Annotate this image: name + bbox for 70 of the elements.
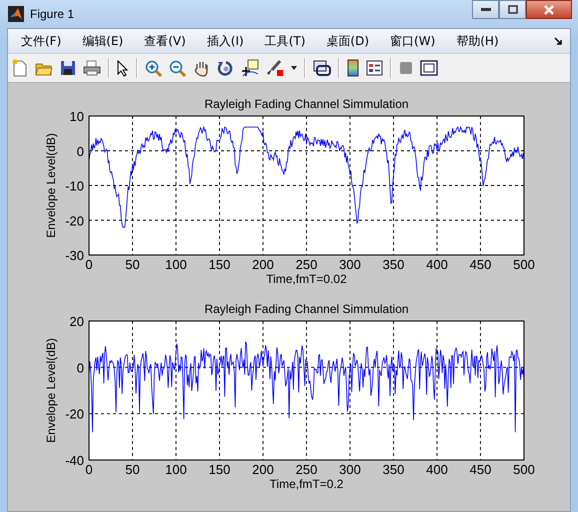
square-icon[interactable]	[399, 61, 413, 75]
x-tick-label: 50	[125, 257, 140, 272]
zoom-out-icon[interactable]	[169, 60, 186, 76]
rotate-icon[interactable]	[217, 60, 234, 76]
x-tick-label: 450	[470, 462, 492, 477]
menu-item[interactable]: 窗口(W)	[383, 31, 442, 51]
y-tick-label: -20	[65, 406, 84, 422]
close-icon	[543, 4, 555, 14]
menu-item[interactable]: 插入(I)	[200, 31, 251, 51]
x-tick-label: 400	[426, 462, 448, 477]
window-icon[interactable]	[420, 60, 438, 76]
menu-item[interactable]: 编辑(E)	[75, 31, 130, 51]
menu-item[interactable]: 文件(F)	[14, 31, 68, 51]
x-tick-label: 250	[296, 257, 318, 272]
x-tick-label: 150	[208, 462, 230, 477]
x-tick-label: 350	[382, 257, 404, 272]
y-tick-label: 10	[70, 109, 84, 124]
x-tick-label: 0	[85, 462, 93, 477]
x-tick-label: 100	[165, 462, 187, 477]
matlab-logo-icon	[8, 6, 24, 22]
plot-title: Rayleigh Fading Channel Simmulation	[204, 97, 409, 111]
y-tick-label: -40	[65, 453, 84, 468]
y-axis-label: Envelope Level(dB)	[44, 133, 58, 238]
y-tick-label: -10	[65, 178, 84, 194]
x-tick-label: 200	[252, 462, 274, 477]
x-tick-label: 100	[165, 257, 187, 272]
y-tick-label: -20	[65, 213, 84, 228]
x-axis-label: Time,fmT=0.2	[270, 477, 344, 491]
caret-icon[interactable]	[291, 66, 297, 70]
menu-item[interactable]: 桌面(D)	[319, 31, 376, 51]
x-tick-label: 500	[513, 462, 535, 477]
x-tick-label: 0	[85, 257, 93, 272]
colorbar-icon[interactable]	[347, 59, 359, 77]
x-tick-label: 50	[125, 462, 140, 477]
x-tick-label: 450	[470, 257, 492, 272]
minimize-button[interactable]	[472, 0, 499, 19]
pointer-icon[interactable]	[117, 60, 129, 76]
new-file-icon[interactable]	[12, 59, 28, 77]
plot-title: Rayleigh Fading Channel Simmulation	[204, 302, 409, 316]
close-button[interactable]	[526, 0, 572, 19]
minimize-icon	[480, 8, 490, 12]
x-tick-label: 250	[296, 462, 318, 477]
y-tick-label: 0	[76, 360, 84, 376]
maximize-icon	[508, 5, 518, 14]
data-cursor-icon[interactable]	[241, 59, 259, 77]
x-tick-label: 300	[339, 462, 361, 477]
y-tick-label: 0	[76, 144, 84, 159]
y-tick-label: 20	[70, 314, 84, 329]
x-axis-label: Time,fmT=0.02	[266, 272, 347, 286]
legend-icon[interactable]	[366, 60, 383, 76]
x-tick-label: 400	[426, 257, 448, 272]
x-tick-label: 150	[208, 257, 230, 272]
x-tick-label: 500	[513, 257, 535, 272]
menu-item[interactable]: 工具(T)	[258, 31, 312, 51]
x-tick-label: 200	[252, 257, 274, 272]
menu-item[interactable]: 查看(V)	[137, 31, 193, 51]
x-tick-label: 300	[339, 257, 361, 272]
print-icon[interactable]	[83, 60, 101, 76]
maximize-button[interactable]	[499, 0, 526, 19]
brush-icon[interactable]	[266, 60, 284, 76]
menu-item[interactable]: 帮助(H)	[449, 31, 506, 51]
link-icon[interactable]	[313, 59, 331, 77]
window-title: Figure 1	[30, 7, 74, 21]
save-icon[interactable]	[60, 60, 76, 76]
y-tick-label: -30	[65, 248, 84, 263]
dock-arrow-icon[interactable]	[554, 37, 562, 45]
x-tick-label: 350	[382, 462, 404, 477]
zoom-in-icon[interactable]	[145, 60, 162, 76]
y-axis-label: Envelope Level(dB)	[44, 338, 58, 443]
hand-icon[interactable]	[193, 60, 210, 76]
